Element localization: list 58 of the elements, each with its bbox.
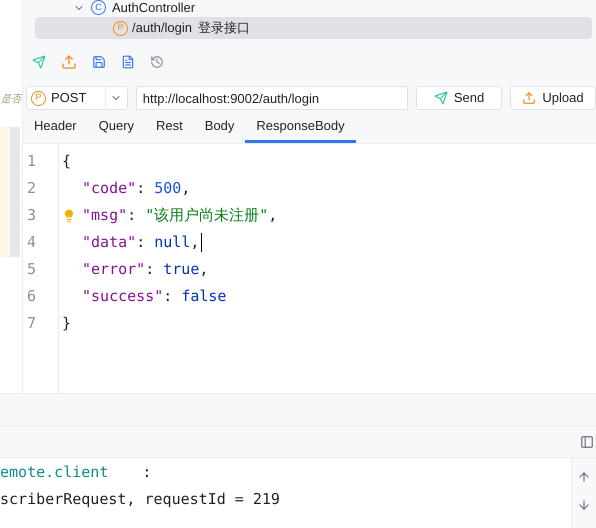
tab[interactable]: Rest (145, 111, 194, 143)
json-comma: , (181, 178, 190, 200)
code-brace: { (62, 151, 72, 172)
tab[interactable]: Header (23, 111, 88, 143)
tab[interactable]: Query (88, 111, 146, 143)
json-colon: : (145, 259, 154, 280)
line-number: 4 (27, 232, 36, 253)
json-value: null (154, 232, 190, 254)
json-value: "该用户尚未注册" (145, 205, 268, 226)
method-badge: P (31, 90, 46, 106)
line-number: 3 (27, 205, 36, 226)
json-colon: : (163, 286, 172, 308)
method-dropdown[interactable]: P POST (26, 86, 128, 110)
scroll-down-icon[interactable] (577, 498, 591, 512)
console-logger: emote.client (0, 462, 108, 484)
editor-fragment: 是否 (1, 93, 21, 107)
json-comma: , (268, 205, 278, 226)
json-value: 500 (154, 178, 182, 200)
console-line: scriberRequest, requestId = 219 (0, 489, 280, 510)
json-key: "data" (82, 231, 136, 254)
history-icon[interactable] (150, 55, 164, 69)
tree-item[interactable]: AuthController (112, 0, 196, 18)
send-button[interactable]: Send (416, 86, 502, 110)
code-brace: } (62, 313, 72, 334)
console-separator: : (142, 462, 152, 484)
url-field[interactable]: http://localhost:9002/auth/login (136, 86, 408, 110)
upload-icon (522, 91, 536, 105)
endpoint-description: 登录接口 (198, 19, 250, 38)
tree-item[interactable]: P /auth/login 登录接口 (35, 17, 592, 39)
json-key: "msg" (82, 204, 128, 227)
json-key: "success" (82, 285, 164, 308)
send-icon (434, 91, 448, 105)
json-key: "code" (82, 177, 136, 200)
class-icon: C (91, 0, 106, 15)
method-badge: P (113, 20, 128, 36)
scroll-up-icon[interactable] (577, 470, 591, 484)
json-colon: : (127, 205, 136, 226)
method-value: POST (51, 89, 88, 108)
json-comma: , (190, 232, 200, 254)
upload-button[interactable]: Upload (510, 86, 596, 110)
json-key: "error" (82, 258, 146, 281)
json-value: true (163, 259, 200, 280)
document-icon[interactable] (121, 55, 135, 69)
endpoint-path: /auth/login (132, 19, 192, 38)
line-number: 6 (27, 286, 36, 307)
tab[interactable]: Body (194, 111, 246, 143)
line-number: 1 (27, 151, 36, 172)
line-number: 5 (27, 259, 36, 280)
json-colon: : (136, 232, 146, 254)
line-number: 7 (27, 313, 36, 334)
upload-icon[interactable] (61, 54, 77, 70)
send-icon[interactable] (32, 55, 46, 69)
json-value: false (181, 286, 226, 308)
save-icon[interactable] (92, 55, 106, 69)
layout-icon[interactable] (580, 434, 594, 448)
json-colon: : (136, 178, 146, 200)
json-comma: , (199, 259, 208, 280)
line-number: 2 (27, 178, 36, 199)
